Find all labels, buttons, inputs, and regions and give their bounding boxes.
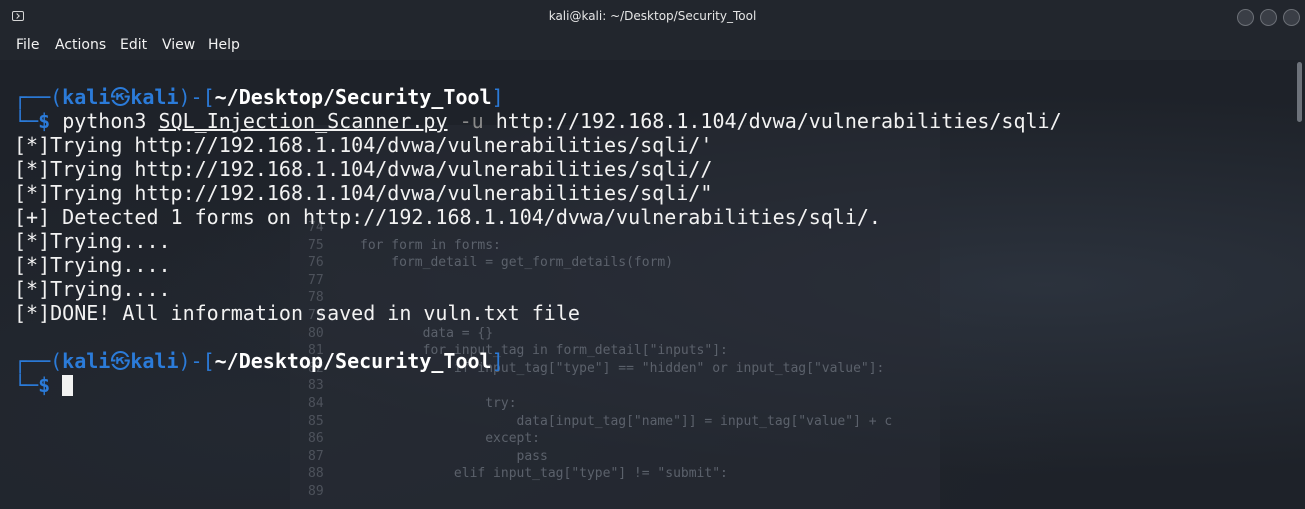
command-script: SQL_Injection_Scanner.py [158,109,448,133]
command-url: http://192.168.1.104/dvwa/vulnerabilitie… [495,109,1062,133]
prompt-corner-bottom: └─ [14,373,39,397]
output-line: [+] Detected 1 forms on http://192.168.1… [14,205,881,229]
output-line: [*]Trying http://192.168.1.104/dvwa/vuln… [14,133,713,157]
output-line: [*]DONE! All information saved in vuln.t… [14,301,580,325]
prompt-user: kali [62,85,111,109]
output-line: [*]Trying http://192.168.1.104/dvwa/vuln… [14,157,713,181]
output-line: [*]Trying.... [14,253,171,277]
prompt-corner: ┌──( [14,349,63,373]
terminal-area[interactable]: 74 75 for form in forms: 76 form_detail = g… [0,60,1305,509]
prompt-dollar: $ [38,373,51,397]
text-cursor [62,375,74,396]
command-program: python3 [62,109,147,133]
menu-actions[interactable]: Actions [55,37,106,53]
scrollbar-thumb[interactable] [1297,62,1302,122]
terminal-output: ┌──(kali㉿kali)-[~/Desktop/Security_Tool]… [0,60,1295,509]
maximize-button[interactable] [1260,9,1277,26]
menu-view[interactable]: View [162,37,195,53]
input-line[interactable]: └─$ [14,373,74,397]
prompt-path: ~/Desktop/Security_Tool [214,85,492,109]
menu-edit[interactable]: Edit [120,37,147,53]
prompt-separator: )-[ [178,349,215,373]
prompt-at-icon: ㉿ [110,349,131,373]
output-line: [*]Trying http://192.168.1.104/dvwa/vuln… [14,181,713,205]
prompt-close: ] [491,85,504,109]
window-title: kali@kali: ~/Desktop/Security_Tool [548,9,757,23]
title-bar: kali@kali: ~/Desktop/Security_Tool [0,0,1305,34]
output-line: [*]Trying.... [14,229,171,253]
prompt-line-top: ┌──(kali㉿kali)-[~/Desktop/Security_Tool] [14,85,504,109]
prompt-corner: ┌──( [14,85,63,109]
prompt-user: kali [62,349,111,373]
command-line: └─$ python3 SQL_Injection_Scanner.py -u … [14,109,1062,133]
scrollbar[interactable] [1296,60,1302,509]
prompt-separator: )-[ [178,85,215,109]
prompt-line-top: ┌──(kali㉿kali)-[~/Desktop/Security_Tool] [14,349,504,373]
menu-file[interactable]: File [16,37,39,53]
prompt-at-icon: ㉿ [110,85,131,109]
menu-help[interactable]: Help [208,37,240,53]
prompt-host: kali [130,349,179,373]
minimize-button[interactable] [1237,9,1254,26]
output-line: [*]Trying.... [14,277,171,301]
command-flag: -u [459,109,484,133]
prompt-close: ] [491,349,504,373]
prompt-path: ~/Desktop/Security_Tool [214,349,492,373]
menu-bar: File Actions Edit View Help [0,34,1305,60]
prompt-corner-bottom: └─ [14,109,39,133]
prompt-host: kali [130,85,179,109]
prompt-dollar: $ [38,109,51,133]
close-button[interactable] [1283,9,1300,26]
